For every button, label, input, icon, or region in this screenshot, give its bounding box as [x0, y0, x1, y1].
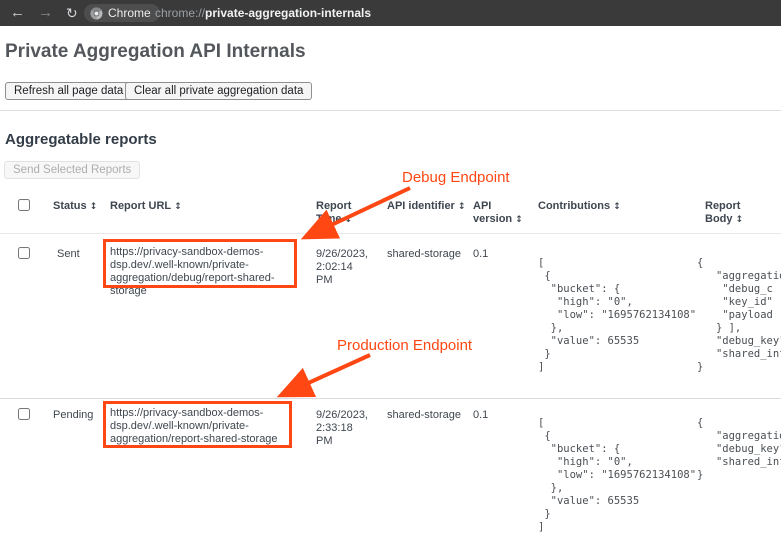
contributions-cell: [ { "bucket": { "high": "0", "low": "169… — [538, 257, 696, 374]
column-header-report-url[interactable]: Report URL↕ — [110, 200, 182, 214]
forward-icon[interactable]: → — [38, 0, 53, 26]
sort-icon: ↕ — [174, 202, 182, 212]
section-divider — [0, 110, 781, 111]
report-body-cell: { "aggregatio "debug_c "key_id" "payload… — [697, 257, 781, 374]
production-arrow — [284, 355, 370, 394]
status-cell: Sent — [57, 248, 80, 261]
select-all-checkbox[interactable] — [18, 199, 30, 211]
reload-icon[interactable]: ↻ — [66, 0, 78, 26]
column-header-report-body[interactable]: Report Body↕ — [705, 200, 781, 227]
sort-icon: ↕ — [613, 202, 621, 212]
url-host: private-aggregation-internals — [205, 6, 371, 20]
url-scheme: chrome:// — [155, 6, 205, 20]
column-header-status[interactable]: Status↕ — [53, 200, 97, 214]
table-header-divider — [0, 233, 781, 234]
row-divider — [0, 398, 781, 399]
production-endpoint-label: Production Endpoint — [337, 337, 472, 354]
chrome-logo-icon — [90, 7, 103, 20]
column-header-api-version[interactable]: API version↕ — [473, 200, 525, 227]
api-identifier-cell: shared-storage — [387, 409, 461, 422]
section-title: Aggregatable reports — [5, 131, 157, 148]
api-identifier-cell: shared-storage — [387, 248, 461, 261]
chrome-app-badge: Chrome — [84, 4, 160, 22]
api-version-cell: 0.1 — [473, 248, 488, 261]
debug-endpoint-label: Debug Endpoint — [402, 169, 510, 186]
back-icon[interactable]: ← — [10, 0, 25, 26]
contributions-cell: [ { "bucket": { "high": "0", "low": "169… — [538, 417, 696, 534]
sort-icon: ↕ — [458, 202, 466, 212]
chrome-app-label: Chrome — [108, 6, 151, 20]
column-header-contributions[interactable]: Contributions↕ — [538, 200, 621, 214]
report-url-highlight-box — [103, 401, 292, 448]
column-header-report-time[interactable]: Report Time↕ — [316, 200, 366, 227]
api-version-cell: 0.1 — [473, 409, 488, 422]
clear-data-button[interactable]: Clear all private aggregation data — [125, 82, 312, 100]
report-body-cell: { "aggregatio "debug_key" "shared_inf } — [697, 417, 781, 482]
column-header-api-identifier[interactable]: API identifier↕ — [387, 200, 465, 214]
report-time-cell: 9/26/2023, 2:33:18 PM — [316, 409, 368, 448]
sort-icon: ↕ — [90, 202, 98, 212]
report-url-highlight-box — [103, 239, 297, 288]
status-cell: Pending — [53, 409, 93, 422]
row-checkbox[interactable] — [18, 247, 30, 259]
send-selected-button[interactable]: Send Selected Reports — [4, 161, 140, 179]
refresh-button[interactable]: Refresh all page data — [5, 82, 132, 100]
page-title: Private Aggregation API Internals — [5, 41, 306, 63]
sort-icon: ↕ — [736, 215, 744, 225]
report-time-cell: 9/26/2023, 2:02:14 PM — [316, 248, 368, 287]
sort-icon: ↕ — [344, 215, 352, 225]
row-checkbox[interactable] — [18, 408, 30, 420]
sort-icon: ↕ — [515, 215, 523, 225]
page: ← → ↻ Chrome chrome://private-aggregatio… — [0, 0, 781, 540]
url-field[interactable]: chrome://private-aggregation-internals — [155, 0, 371, 26]
